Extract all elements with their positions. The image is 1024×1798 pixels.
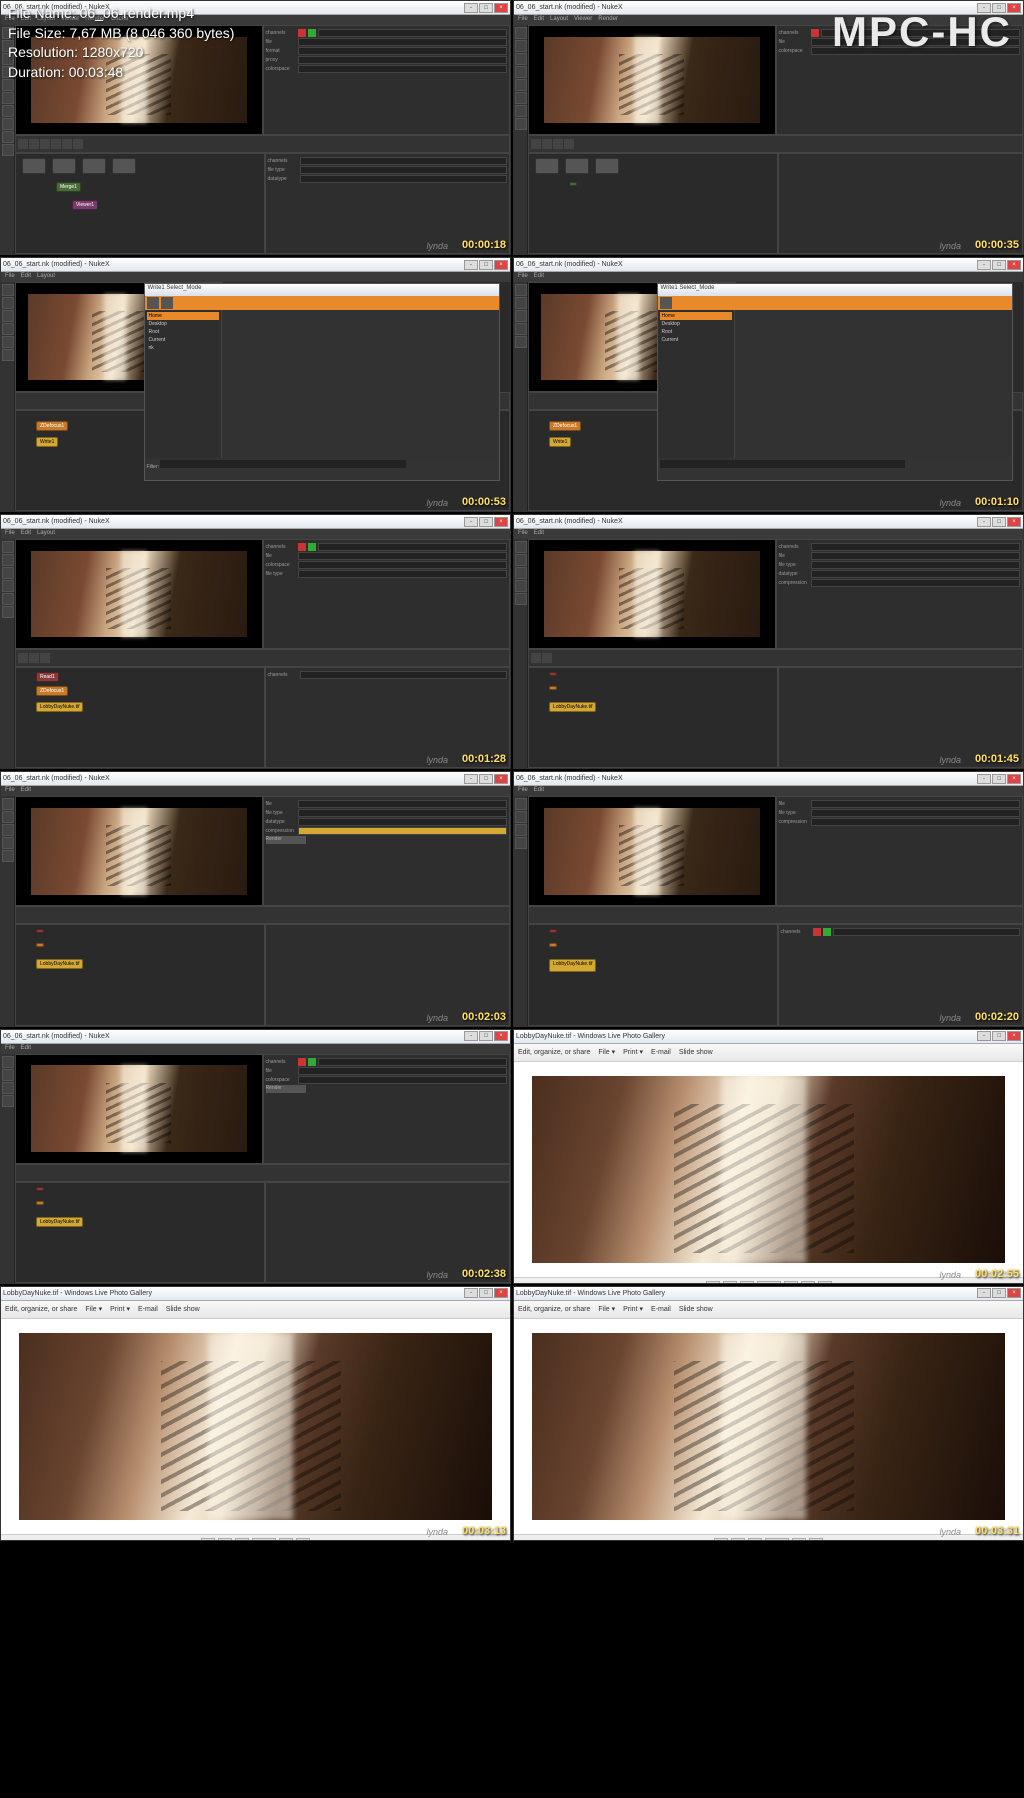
file-dialog[interactable]: Write1 Select_Mode Home Desktop Root Cur… xyxy=(144,283,500,480)
thumbnail-11: LobbyDayNuke.tif - Windows Live Photo Ga… xyxy=(0,1286,511,1541)
photo-viewer-toolbar[interactable]: Edit, organize, or share File ▾ Print ▾ … xyxy=(514,1044,1023,1062)
photo-viewer-titlebar: LobbyDayNuke.tif - Windows Live Photo Ga… xyxy=(514,1030,1023,1044)
thumbnail-3: 06_06_start.nk (modified) - NukeX-□× Fil… xyxy=(0,257,511,512)
thumbnail-12: LobbyDayNuke.tif - Windows Live Photo Ga… xyxy=(513,1286,1024,1541)
lynda-watermark: lynda xyxy=(426,241,448,251)
timeline[interactable] xyxy=(15,135,510,153)
file-dialog-toolbar[interactable] xyxy=(145,296,499,310)
thumbnail-10: LobbyDayNuke.tif - Windows Live Photo Ga… xyxy=(513,1029,1024,1284)
thumbnail-6: 06_06_start.nk (modified) - NukeX-□× Fil… xyxy=(513,514,1024,769)
thumbnail-5: 06_06_start.nk (modified) - NukeX-□× Fil… xyxy=(0,514,511,769)
file-dialog-list[interactable] xyxy=(222,310,498,457)
thumbnail-grid: 06_06_start.nk (modified) - NukeX -□× Fi… xyxy=(0,0,1024,1798)
render-button[interactable]: Render xyxy=(266,836,306,844)
node-graph[interactable]: Merge1 Viewer1 xyxy=(15,153,265,254)
properties-panel[interactable]: channels file format proxy colorspace xyxy=(263,25,511,135)
photo-viewer-image xyxy=(514,1062,1023,1277)
thumbnail-8: 06_06_start.nk (modified) - NukeX-□× Fil… xyxy=(513,771,1024,1026)
file-dialog-bookmarks[interactable]: Home Desktop Root Current nk xyxy=(145,310,223,457)
app-watermark: MPC-HC xyxy=(832,8,1012,56)
file-info-overlay: File Name: 06_06-render.mp4 File Size: 7… xyxy=(8,4,234,82)
thumbnail-9: 06_06_start.nk (modified) - NukeX-□× Fil… xyxy=(0,1029,511,1284)
thumbnail-4: 06_06_start.nk (modified) - NukeX-□× Fil… xyxy=(513,257,1024,512)
minimize-icon[interactable]: - xyxy=(464,3,478,13)
timestamp: 00:00:18 xyxy=(462,239,506,251)
thumbnail-7: 06_06_start.nk (modified) - NukeX-□× Fil… xyxy=(0,771,511,1026)
close-icon[interactable]: × xyxy=(494,3,508,13)
maximize-icon[interactable]: □ xyxy=(479,3,493,13)
